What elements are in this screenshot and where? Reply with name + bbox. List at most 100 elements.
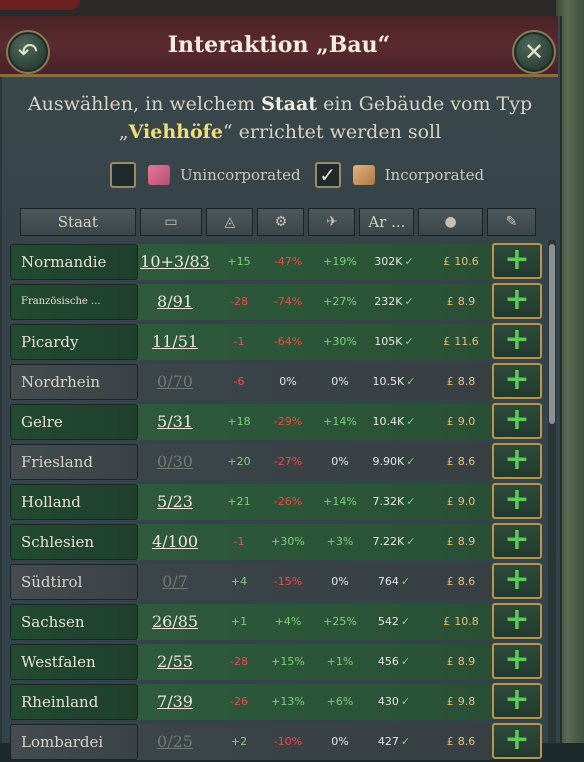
- state-name-button[interactable]: Normandie: [10, 244, 138, 280]
- pound-icon: £: [446, 735, 454, 748]
- table-row[interactable]: Friesland 0/30 +20 -27% 0% 9.90K ✓ £8.6 +: [10, 442, 546, 482]
- state-name-button[interactable]: Südtirol: [10, 564, 138, 600]
- sort-cost-button[interactable]: ●: [418, 208, 483, 236]
- table-row[interactable]: Normandie 10+3/83 +15 -47% +19% 302K ✓ £10.6 +: [10, 242, 546, 282]
- close-button[interactable]: ✕: [512, 30, 556, 74]
- sort-levels-button[interactable]: ▭: [139, 208, 203, 236]
- state-name-button[interactable]: Nordrhein: [10, 364, 138, 400]
- building-levels-link[interactable]: 5/23: [140, 484, 210, 520]
- build-button[interactable]: +: [492, 443, 542, 479]
- plus-icon: +: [504, 562, 530, 597]
- arable-amount: 10.5K: [372, 375, 405, 388]
- build-button[interactable]: +: [492, 323, 542, 359]
- build-button[interactable]: +: [492, 283, 542, 319]
- building-levels-link[interactable]: 0/70: [140, 364, 210, 400]
- airport-value: +30%: [323, 335, 357, 348]
- build-button[interactable]: +: [492, 363, 542, 399]
- infrastructure-value: -26%: [273, 495, 303, 508]
- table-row[interactable]: Lombardei 0/25 +2 -10% 0% 427 ✓ £8.6 +: [10, 722, 546, 762]
- building-levels-link[interactable]: 2/55: [140, 644, 210, 680]
- arable-amount: 430: [377, 695, 399, 708]
- close-x-icon: ✕: [523, 38, 545, 66]
- unincorporated-checkbox[interactable]: [110, 162, 136, 188]
- plus-icon: +: [504, 282, 530, 317]
- cost-amount: 8.9: [457, 535, 476, 548]
- building-levels-link[interactable]: 0/30: [140, 444, 210, 480]
- cost-value: £8.9: [430, 644, 492, 680]
- state-name-button[interactable]: Holland: [10, 484, 138, 520]
- building-levels-link[interactable]: 0/25: [140, 724, 210, 760]
- incorporated-crate-icon: [352, 165, 375, 185]
- building-levels-link[interactable]: 7/39: [140, 684, 210, 720]
- infrastructure-value: 0%: [279, 375, 297, 388]
- building-levels-link[interactable]: 4/100: [140, 524, 210, 560]
- arable-amount: 427: [377, 735, 399, 748]
- scrollbar-thumb[interactable]: [549, 244, 555, 424]
- state-name-button[interactable]: Rheinland: [10, 684, 138, 720]
- state-name-button[interactable]: Gelre: [10, 404, 138, 440]
- arable-value: 542 ✓: [366, 604, 422, 640]
- table-row[interactable]: Holland 5/23 +21 -26% +14% 7.32K ✓ £9.0 +: [10, 482, 546, 522]
- airport-value: +1%: [326, 655, 354, 668]
- build-button[interactable]: +: [492, 243, 542, 279]
- construction-value: -26: [230, 695, 248, 708]
- construction-value: +4: [230, 575, 248, 588]
- airport-value: +25%: [323, 615, 357, 628]
- airport-value: +3%: [326, 535, 354, 548]
- sort-state-button[interactable]: Staat: [20, 208, 136, 236]
- table-row[interactable]: Gelre 5/31 +18 -29% +14% 10.4K ✓ £9.0 +: [10, 402, 546, 442]
- state-name-button[interactable]: Schlesien: [10, 524, 138, 560]
- build-button[interactable]: +: [492, 723, 542, 759]
- table-row[interactable]: Französische ... 8/91 -28 -74% +27% 232K ✓ £8.9…: [10, 282, 546, 322]
- arable-value: 427 ✓: [366, 724, 422, 760]
- cost-amount: 10.6: [454, 255, 479, 268]
- building-levels-link[interactable]: 8/91: [140, 284, 210, 320]
- table-row[interactable]: Picardy 11/51 -1 -64% +30% 105K ✓ £11.6 +: [10, 322, 546, 362]
- table-row[interactable]: Sachsen 26/85 +1 +4% +25% 542 ✓ £10.8 +: [10, 602, 546, 642]
- sort-airport-button[interactable]: ✈: [308, 208, 356, 236]
- state-name-button[interactable]: Friesland: [10, 444, 138, 480]
- building-levels-link[interactable]: 26/85: [140, 604, 210, 640]
- building-levels-link[interactable]: 11/51: [140, 324, 210, 360]
- build-button[interactable]: +: [492, 643, 542, 679]
- table-row[interactable]: Nordrhein 0/70 -6 0% 0% 10.5K ✓ £8.8 +: [10, 362, 546, 402]
- building-levels-link[interactable]: 5/31: [140, 404, 210, 440]
- sort-infrastructure-button[interactable]: ⚙: [257, 208, 305, 236]
- build-button[interactable]: +: [492, 403, 542, 439]
- sort-construction-button[interactable]: ◬: [206, 208, 254, 236]
- build-button[interactable]: +: [492, 483, 542, 519]
- build-button[interactable]: +: [492, 523, 542, 559]
- arable-value: 105K ✓: [366, 324, 422, 360]
- sort-arable-button[interactable]: Ar ...: [359, 208, 415, 236]
- arable-amount: 7.22K: [372, 535, 405, 548]
- state-name-button[interactable]: Lombardei: [10, 724, 138, 760]
- construction-value: +20: [227, 455, 251, 468]
- arable-value: 10.5K ✓: [366, 364, 422, 400]
- build-button[interactable]: +: [492, 563, 542, 599]
- state-name-button[interactable]: Picardy: [10, 324, 138, 360]
- building-levels-icon: ▭: [164, 214, 178, 230]
- table-row[interactable]: Rheinland 7/39 -26 +13% +6% 430 ✓ £9.8 +: [10, 682, 546, 722]
- infrastructure-value: +30%: [271, 535, 305, 548]
- state-name-button[interactable]: Französische ...: [10, 284, 138, 320]
- table-row[interactable]: Westfalen 2/55 -28 +15% +1% 456 ✓ £8.9 +: [10, 642, 546, 682]
- incorporated-checkbox[interactable]: ✓: [314, 162, 341, 188]
- state-name-button[interactable]: Westfalen: [10, 644, 138, 680]
- checkmark-icon: ✓: [406, 455, 416, 468]
- plus-icon: +: [504, 522, 530, 557]
- cost-amount: 8.6: [457, 575, 476, 588]
- build-button[interactable]: +: [492, 603, 542, 639]
- prompt-open-quote: „: [118, 121, 129, 143]
- airport-value: +14%: [323, 495, 357, 508]
- table-row[interactable]: Südtirol 0/7 +4 -15% 0% 764 ✓ £8.6 +: [10, 562, 546, 602]
- table-row[interactable]: Schlesien 4/100 -1 +30% +3% 7.22K ✓ £8.9 +: [10, 522, 546, 562]
- state-name-button[interactable]: Sachsen: [10, 604, 138, 640]
- checkmark-icon: ✓: [406, 375, 416, 388]
- build-button[interactable]: +: [492, 683, 542, 719]
- scrollbar[interactable]: [548, 240, 556, 743]
- sort-action-button[interactable]: ✎: [487, 208, 536, 236]
- building-levels-link[interactable]: 0/7: [140, 564, 210, 600]
- back-button[interactable]: ↶: [6, 30, 50, 74]
- building-levels-link[interactable]: 10+3/83: [140, 244, 210, 280]
- prompt-building: Viehhöfe: [128, 121, 223, 143]
